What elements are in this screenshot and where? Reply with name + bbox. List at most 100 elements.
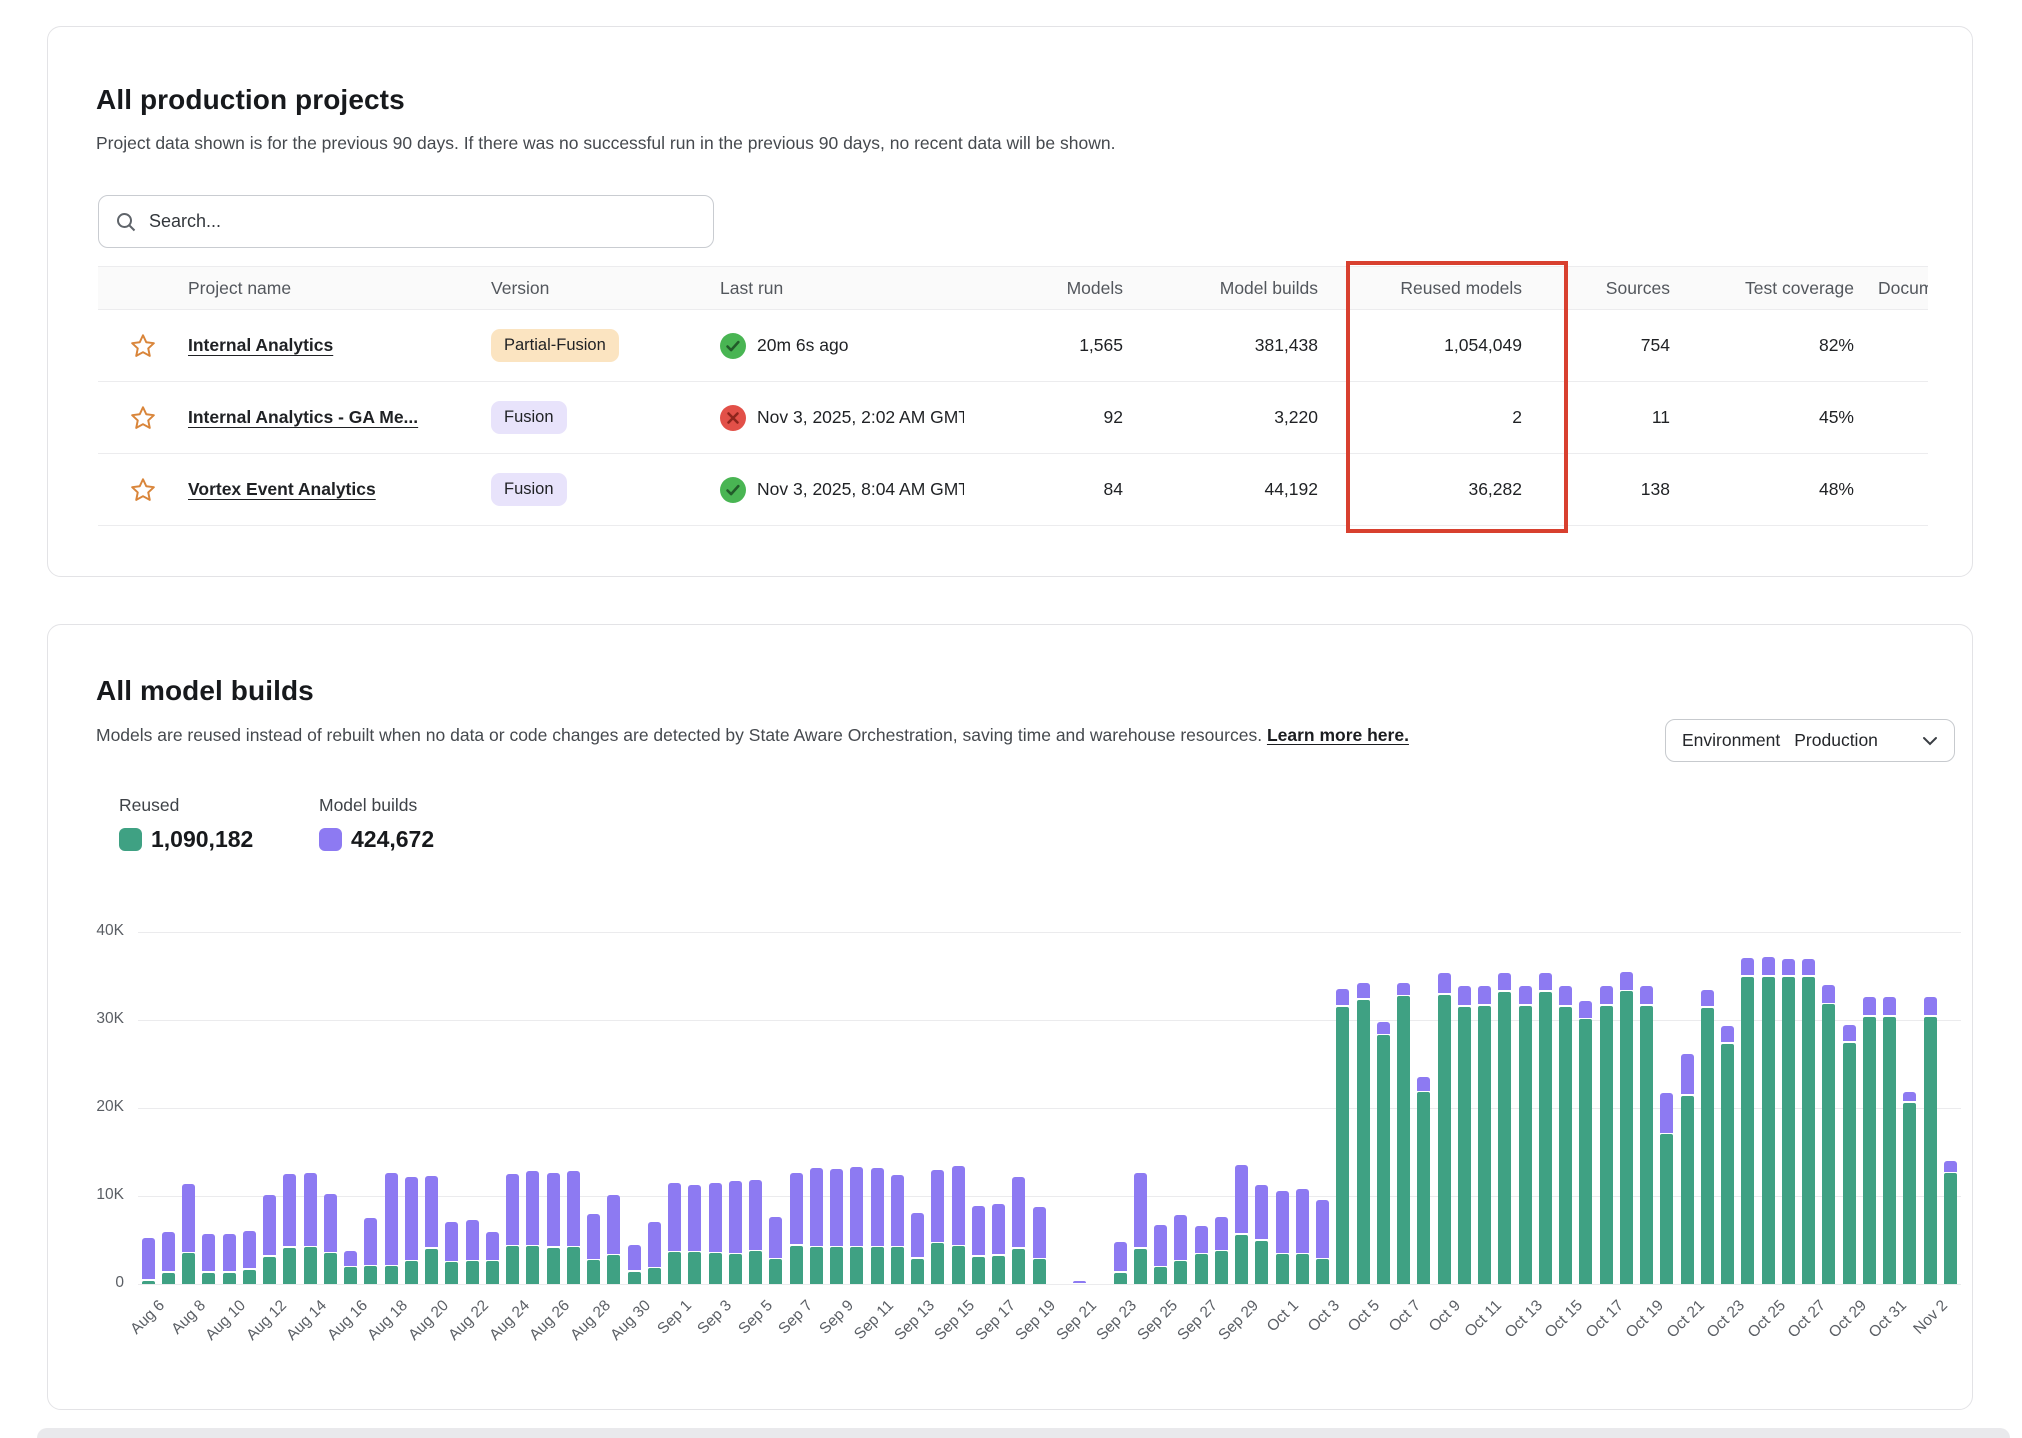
version-badge: Fusion: [491, 401, 567, 434]
version-badge: Partial-Fusion: [491, 329, 619, 362]
x-axis-tick-label: Sep 27: [1175, 1297, 1222, 1344]
bar-slot: [320, 932, 340, 1284]
bar-slot: [786, 932, 806, 1284]
test-coverage-value: 48%: [1670, 479, 1854, 500]
bar-slot: [1110, 932, 1130, 1284]
bar-slot: [1657, 932, 1677, 1284]
bar-slot: [1353, 932, 1373, 1284]
test-coverage-value: 45%: [1670, 407, 1854, 428]
sources-count: 138: [1522, 479, 1670, 500]
bar-slot: [1454, 932, 1474, 1284]
bar-slot: [300, 932, 320, 1284]
bar-slot: [705, 932, 725, 1284]
bar-slot: [341, 932, 361, 1284]
bar-slot: [1414, 932, 1434, 1284]
x-axis-tick-label: Aug 14: [283, 1297, 330, 1344]
reused-models-count: 1,054,049: [1318, 335, 1522, 356]
table-row[interactable]: Internal Analytics - GA Me...FusionNov 3…: [98, 382, 1928, 454]
bar-slot: [1637, 932, 1657, 1284]
run-status-icon: [720, 477, 746, 503]
model-builds-card: All model builds Models are reused inste…: [47, 624, 1973, 1410]
bar-slot: [604, 932, 624, 1284]
x-axis-tick-label: Oct 19: [1623, 1297, 1668, 1342]
bar-slot: [584, 932, 604, 1284]
bar-slot: [1900, 932, 1920, 1284]
x-axis-tick-label: Sep 19: [1013, 1297, 1060, 1344]
project-name-link[interactable]: Internal Analytics - GA Me...: [188, 407, 418, 427]
favorite-star-icon[interactable]: [126, 329, 160, 363]
x-axis-tick-label: Oct 1: [1264, 1297, 1303, 1336]
bar-slot: [422, 932, 442, 1284]
model-builds-swatch: [319, 828, 342, 851]
bar-slot: [1272, 932, 1292, 1284]
bar-slot: [1819, 932, 1839, 1284]
project-name-link[interactable]: Internal Analytics: [188, 335, 333, 355]
bar-slot: [1799, 932, 1819, 1284]
x-axis-tick-label: Sep 21: [1053, 1297, 1100, 1344]
bar-slot: [1252, 932, 1272, 1284]
bar-slot: [543, 932, 563, 1284]
bar-slot: [1232, 932, 1252, 1284]
bar-slot: [1738, 932, 1758, 1284]
bar-slot: [1373, 932, 1393, 1284]
x-axis-tick-label: Oct 27: [1785, 1297, 1830, 1342]
bar-slot: [563, 932, 583, 1284]
environment-value: Production: [1794, 730, 1878, 751]
learn-more-link[interactable]: Learn more here.: [1267, 725, 1409, 745]
model-builds-count: 3,220: [1123, 407, 1318, 428]
col-model-builds: Model builds: [1123, 278, 1318, 299]
bar-slot: [219, 932, 239, 1284]
project-name-link[interactable]: Vortex Event Analytics: [188, 479, 376, 499]
bar-slot: [1576, 932, 1596, 1284]
next-card-top-edge: [37, 1428, 2010, 1438]
x-axis-tick-label: Nov 2: [1910, 1297, 1951, 1338]
bar-slot: [1677, 932, 1697, 1284]
col-test-coverage: Test coverage: [1670, 278, 1854, 299]
x-axis-tick-label: Oct 29: [1825, 1297, 1870, 1342]
bar-slot: [1495, 932, 1515, 1284]
chevron-down-icon: [1922, 735, 1938, 747]
x-axis-tick-label: Aug 6: [127, 1297, 168, 1338]
bar-slot: [1880, 932, 1900, 1284]
col-documentation: Documentation: [1854, 278, 1928, 299]
table-row[interactable]: Vortex Event AnalyticsFusionNov 3, 2025,…: [98, 454, 1928, 526]
x-axis-tick-label: Aug 26: [526, 1297, 573, 1344]
bar-slot: [867, 932, 887, 1284]
col-version: Version: [491, 278, 720, 299]
bar-slot: [1434, 932, 1454, 1284]
x-axis-tick-label: Oct 7: [1386, 1297, 1425, 1336]
x-axis-tick-label: Oct 13: [1501, 1297, 1546, 1342]
reused-models-count: 2: [1318, 407, 1522, 428]
favorite-star-icon[interactable]: [126, 473, 160, 507]
bar-slot: [523, 932, 543, 1284]
search-input[interactable]: [149, 211, 697, 232]
y-axis-tick-label: 0: [66, 1274, 124, 1292]
x-axis-tick-label: Aug 28: [567, 1297, 614, 1344]
bar-slot: [887, 932, 907, 1284]
table-row[interactable]: Internal AnalyticsPartial-Fusion20m 6s a…: [98, 310, 1928, 382]
bar-slot: [1292, 932, 1312, 1284]
bar-slot: [1333, 932, 1353, 1284]
bar-slot: [685, 932, 705, 1284]
environment-label: Environment: [1682, 730, 1780, 751]
projects-subtitle: Project data shown is for the previous 9…: [96, 133, 1115, 154]
bar-slot: [1191, 932, 1211, 1284]
x-axis-tick-label: Oct 3: [1305, 1297, 1344, 1336]
bar-slot: [847, 932, 867, 1284]
environment-select[interactable]: Environment Production: [1665, 719, 1955, 762]
models-count: 84: [1011, 479, 1123, 500]
bar-slot: [1029, 932, 1049, 1284]
bar-slot: [158, 932, 178, 1284]
test-coverage-value: 82%: [1670, 335, 1854, 356]
bar-slot: [1535, 932, 1555, 1284]
bar-slot: [381, 932, 401, 1284]
bar-slot: [1090, 932, 1110, 1284]
favorite-star-icon[interactable]: [126, 401, 160, 435]
bar-slot: [1596, 932, 1616, 1284]
y-axis-tick-label: 40K: [66, 922, 124, 940]
bar-slot: [239, 932, 259, 1284]
col-last-run: Last run: [720, 278, 1011, 299]
gridline: [138, 1284, 1961, 1285]
bar-slot: [1130, 932, 1150, 1284]
bar-slot: [179, 932, 199, 1284]
